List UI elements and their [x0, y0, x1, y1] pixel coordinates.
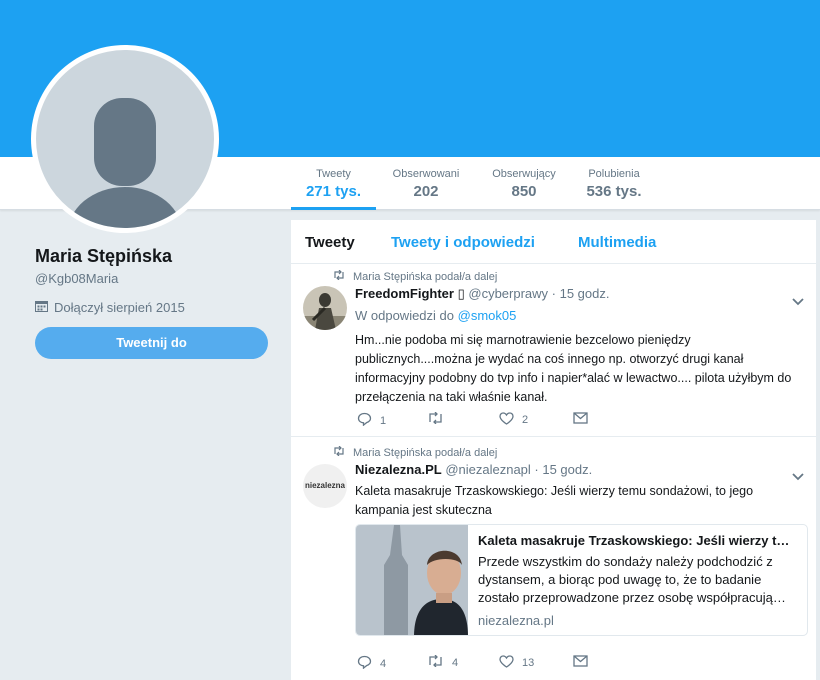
retweet-note-text: Maria Stępińska podał/a dalej: [353, 270, 498, 283]
tweet-text: Kaleta masakruje Trzaskowskiego: Jeśli w…: [355, 484, 754, 517]
like-count: 13: [522, 657, 535, 669]
tab-media[interactable]: Multimedia: [578, 234, 656, 251]
stat-likes[interactable]: Polubienia 536 tys.: [581, 157, 647, 210]
tweet-text: Hm...nie podoba mi się marnotrawienie be…: [355, 333, 792, 404]
profile-name[interactable]: Maria Stępińska: [35, 246, 275, 267]
stat-label: Obserwujący: [492, 168, 556, 180]
reply-action[interactable]: 4: [357, 655, 386, 672]
message-action[interactable]: [573, 412, 588, 427]
card-description: Przede wszystkim do sondaży należy podch…: [478, 554, 786, 605]
reply-to: W odpowiedzi do @smok05: [355, 308, 516, 323]
retweet-note: Maria Stępińska podał/a dalej: [333, 445, 498, 459]
tweet-actions: 1 2: [355, 411, 615, 432]
tweet-author[interactable]: Niezalezna.PL: [355, 462, 442, 477]
message-icon: [573, 655, 588, 670]
retweet-note-text: Maria Stępińska podał/a dalej: [353, 446, 498, 459]
retweet-icon: [333, 445, 345, 459]
stat-label: Tweety: [316, 168, 351, 180]
card-body: Kaleta masakruje Trzaskowskiego: Jeśli w…: [468, 525, 807, 635]
card-title: Kaleta masakruje Trzaskowskiego: Jeśli w…: [478, 533, 790, 548]
tweet-handle-time[interactable]: @cyberprawy · 15 godz.: [468, 286, 609, 301]
profile-joined: Dołączył sierpień 2015: [35, 300, 275, 315]
retweet-action[interactable]: 4: [427, 654, 459, 670]
card-domain: niezalezna.pl: [478, 613, 554, 628]
stat-tweets[interactable]: Tweety 271 tys.: [291, 157, 376, 210]
stat-followers[interactable]: Obserwujący 850: [485, 157, 563, 210]
retweet-icon: [427, 654, 444, 670]
chevron-down-icon[interactable]: [792, 293, 804, 306]
stat-following[interactable]: Obserwowani 202: [385, 157, 467, 210]
message-action[interactable]: [573, 655, 588, 670]
chevron-down-icon[interactable]: [792, 468, 804, 481]
stat-label: Obserwowani: [392, 168, 460, 180]
tweet[interactable]: Maria Stępińska podał/a dalej niezalezna…: [291, 437, 816, 680]
avatar-logo-text: niezalezna: [304, 481, 345, 490]
tab-tweets[interactable]: Tweety: [305, 234, 355, 251]
stat-value: 536 tys.: [586, 183, 642, 200]
stat-value: 850: [511, 183, 537, 200]
tweet-avatar[interactable]: niezalezna: [303, 464, 347, 508]
tweet[interactable]: Maria Stępińska podał/a dalej FreedomFig…: [291, 264, 816, 437]
stat-value: 271 tys.: [305, 183, 362, 200]
tweet-header: FreedomFighter ▯ @cyberprawy · 15 godz.: [355, 286, 609, 302]
timeline: Tweety Tweety i odpowiedzi Multimedia Ma…: [290, 219, 817, 680]
stat-value: 202: [413, 183, 439, 200]
tweet-handle-time[interactable]: @niezaleznapl · 15 godz.: [445, 462, 592, 477]
avatar[interactable]: [31, 45, 219, 233]
reply-count: 1: [380, 414, 387, 427]
tweet-header: Niezalezna.PL @niezaleznapl · 15 godz.: [355, 462, 592, 477]
author-badge: ▯: [457, 286, 465, 301]
like-icon: [499, 412, 514, 428]
retweet-icon: [333, 269, 345, 283]
joined-text: Dołączył sierpień 2015: [54, 300, 185, 315]
reply-action[interactable]: 1: [357, 412, 386, 429]
retweet-note: Maria Stępińska podał/a dalej: [333, 269, 498, 283]
message-icon: [573, 412, 588, 427]
link-card[interactable]: Kaleta masakruje Trzaskowskiego: Jeśli w…: [355, 524, 808, 636]
reply-prefix: W odpowiedzi do: [355, 308, 454, 323]
tweet-avatar[interactable]: [303, 286, 347, 330]
profile-info: Maria Stępińska @Kgb08Maria Dołączył sie…: [35, 246, 275, 315]
reply-icon: [357, 412, 372, 429]
calendar-icon: [35, 300, 48, 315]
like-action[interactable]: 13: [499, 655, 534, 671]
reply-to-link[interactable]: @smok05: [458, 308, 517, 323]
stat-label: Polubienia: [588, 168, 640, 180]
profile-handle[interactable]: @Kgb08Maria: [35, 271, 275, 286]
timeline-tabs: Tweety Tweety i odpowiedzi Multimedia: [291, 220, 816, 264]
retweet-icon: [427, 411, 444, 427]
reply-icon: [357, 655, 372, 672]
reply-count: 4: [380, 657, 387, 670]
tweet-actions: 4 4 13: [355, 654, 615, 675]
like-icon: [499, 655, 514, 671]
default-avatar-icon: [36, 50, 214, 228]
like-action[interactable]: 2: [499, 412, 528, 428]
tweet-author[interactable]: FreedomFighter: [355, 286, 454, 301]
retweet-action[interactable]: [427, 411, 452, 427]
tweet-to-button[interactable]: Tweetnij do: [35, 327, 268, 359]
card-image: [356, 525, 468, 635]
retweet-count: 4: [452, 656, 459, 669]
tab-tweets-replies[interactable]: Tweety i odpowiedzi: [391, 234, 535, 251]
like-count: 2: [522, 414, 529, 426]
